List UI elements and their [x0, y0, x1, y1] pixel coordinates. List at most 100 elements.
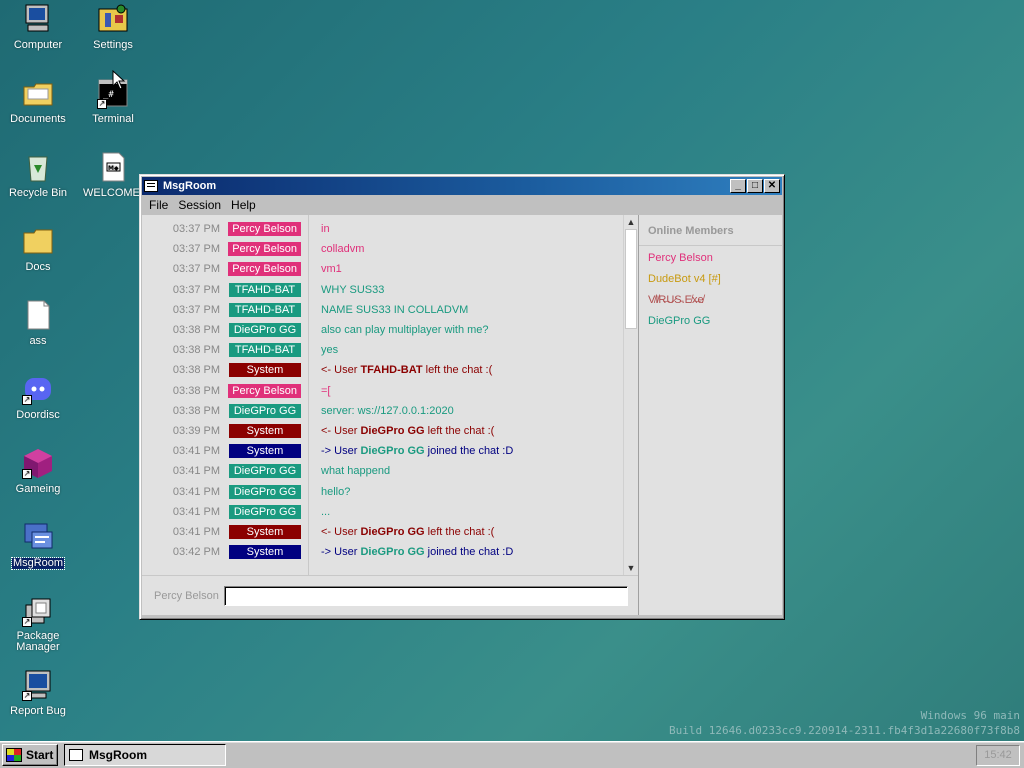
- message-time: 03:38 PM: [172, 344, 220, 357]
- message-row: 03:37 PM Percy Belson vm1: [142, 259, 623, 279]
- taskbar-item-msgroom[interactable]: MsgRoom: [64, 744, 226, 766]
- message-user-badge[interactable]: DieGPro GG: [225, 323, 301, 338]
- desktop-icon-label: Settings: [93, 39, 133, 51]
- desktop-icon-label: Terminal: [92, 113, 134, 125]
- desktop-icon-label: ass: [29, 335, 47, 347]
- message-user-badge[interactable]: Percy Belson: [225, 262, 301, 277]
- message-time: 03:41 PM: [172, 525, 220, 538]
- markdown-file-icon: M◆: [97, 151, 129, 183]
- message-user-badge[interactable]: Percy Belson: [225, 383, 301, 398]
- menu-file[interactable]: File: [144, 198, 173, 212]
- message-time: 03:37 PM: [172, 243, 220, 256]
- member-item[interactable]: DieGPro GG: [639, 311, 782, 332]
- menubar: File Session Help: [142, 195, 782, 215]
- window-titlebar[interactable]: MsgRoom _ □ ✕: [142, 177, 782, 195]
- message-user-badge[interactable]: System: [225, 444, 301, 459]
- scroll-up-arrow-icon[interactable]: ▲: [624, 215, 638, 229]
- build-watermark-line1: Windows 96 main: [920, 709, 1020, 722]
- message-row: 03:38 PM Percy Belson =[: [142, 381, 623, 401]
- system-suffix: left the chat :(: [424, 424, 495, 437]
- message-user-badge[interactable]: Percy Belson: [225, 222, 301, 237]
- maximize-button[interactable]: □: [747, 179, 763, 193]
- close-button[interactable]: ✕: [764, 179, 780, 193]
- message-user-badge[interactable]: DieGPro GG: [225, 403, 301, 418]
- scrollbar-thumb[interactable]: [625, 229, 637, 329]
- message-username: Percy Belson: [228, 262, 301, 277]
- menu-session[interactable]: Session: [173, 198, 226, 212]
- message-username: TFAHD-BAT: [229, 302, 301, 317]
- message-text: what happend: [321, 465, 391, 478]
- message-column-divider: [308, 215, 309, 575]
- desktop-icon-msgroom[interactable]: MsgRoom: [2, 521, 74, 570]
- message-user-badge[interactable]: DieGPro GG: [225, 504, 301, 519]
- computer-icon: [22, 3, 54, 35]
- desktop-icon-label: Package Manager: [16, 630, 60, 653]
- message-username: System: [229, 363, 301, 378]
- message-row: 03:41 PM DieGPro GG...: [142, 502, 623, 522]
- message-user-badge[interactable]: System: [225, 423, 301, 438]
- desktop-icon-label: Gameing: [15, 483, 61, 495]
- message-input[interactable]: [224, 585, 628, 606]
- message-user-badge[interactable]: DieGPro GG: [225, 484, 301, 499]
- message-time: 03:38 PM: [172, 324, 220, 337]
- message-user-badge[interactable]: System: [225, 524, 301, 539]
- system-prefix: <- User: [321, 525, 361, 538]
- message-user-badge[interactable]: DieGPro GG: [225, 464, 301, 479]
- system-suffix: left the chat :(: [424, 525, 495, 538]
- message-user-badge[interactable]: TFAHD-BAT: [225, 343, 301, 358]
- message-scrollbar[interactable]: ▲ ▼: [623, 215, 638, 575]
- message-text: ...: [321, 505, 331, 518]
- desktop-icon-label: Recycle Bin: [8, 187, 68, 199]
- member-item[interactable]: Percy Belson: [639, 248, 782, 269]
- desktop-icon-label: Doordisc: [16, 409, 60, 421]
- message-row: 03:41 PM DieGPro GG what happend: [142, 461, 623, 481]
- system-prefix: <- User: [321, 424, 361, 437]
- scroll-down-arrow-icon[interactable]: ▼: [624, 561, 638, 575]
- menu-help[interactable]: Help: [226, 198, 261, 212]
- desktop-icon-doordisc[interactable]: ↗ Doordisc: [2, 373, 74, 421]
- desktop-icon-ass[interactable]: ass: [2, 299, 74, 347]
- current-username-label: Percy Belson: [154, 589, 219, 602]
- message-list: 03:37 PM Percy Belson in 03:37 PM Percy Bels…: [142, 215, 623, 575]
- message-user-badge[interactable]: TFAHD-BAT: [225, 282, 301, 297]
- message-username: System: [229, 545, 301, 560]
- message-row: 03:37 PM Percy Belson colladvm: [142, 239, 623, 259]
- shortcut-arrow-icon: ↗: [22, 617, 32, 627]
- member-item[interactable]: DudeBot v4 [#]: [639, 269, 782, 290]
- message-time: 03:37 PM: [172, 283, 220, 296]
- message-time: 03:39 PM: [172, 424, 220, 437]
- message-text: <- User DieGPro GG left the chat :(: [321, 425, 494, 437]
- desktop-icon-docs[interactable]: Docs: [2, 225, 74, 273]
- minimize-button[interactable]: _: [730, 179, 746, 193]
- message-text: -> User DieGPro GG joined the chat :D: [321, 445, 513, 457]
- message-user-badge[interactable]: System: [225, 545, 301, 560]
- message-username: DieGPro GG: [229, 403, 301, 418]
- system-suffix: left the chat :(: [422, 364, 493, 377]
- desktop-icon-documents[interactable]: Documents: [2, 77, 74, 125]
- message-time: 03:41 PM: [172, 445, 220, 458]
- message-text: in: [321, 223, 330, 236]
- file-icon: [22, 299, 54, 331]
- message-time: 03:37 PM: [172, 263, 220, 276]
- message-user-badge[interactable]: System: [225, 363, 301, 378]
- desktop-icon-computer[interactable]: Computer: [2, 3, 74, 51]
- message-user-badge[interactable]: TFAHD-BAT: [225, 302, 301, 317]
- system-prefix: -> User: [321, 445, 361, 458]
- start-button[interactable]: Start: [2, 744, 58, 766]
- member-item[interactable]: V̸I̸R̶U̷S̵.E̸x̶e̸: [639, 290, 782, 311]
- desktop-icon-recycle-bin[interactable]: Recycle Bin: [2, 151, 74, 199]
- message-time: 03:42 PM: [172, 546, 220, 559]
- desktop-icon-package-manager[interactable]: ↗ Package Manager: [2, 595, 74, 653]
- desktop-icon-gameing[interactable]: ↗ Gameing: [2, 447, 74, 495]
- message-user-badge[interactable]: Percy Belson: [225, 242, 301, 257]
- system-clock: 15:42: [976, 745, 1020, 766]
- system-user: TFAHD-BAT: [360, 364, 423, 377]
- desktop-icon-settings[interactable]: Settings: [77, 3, 149, 51]
- desktop-icon-label: Documents: [10, 113, 66, 125]
- message-text: also can play multiplayer with me?: [321, 324, 489, 337]
- desktop-icon-label: Computer: [13, 39, 63, 51]
- desktop-icon-report-bug[interactable]: ↗ Report Bug: [2, 669, 74, 717]
- build-watermark-line2: Build 12646.d0233cc9.220914-2311.fb4f3d1…: [669, 724, 1020, 737]
- shortcut-arrow-icon: ↗: [97, 99, 107, 109]
- message-row: 03:41 PM System <- User DieGPro GG left th…: [142, 522, 623, 542]
